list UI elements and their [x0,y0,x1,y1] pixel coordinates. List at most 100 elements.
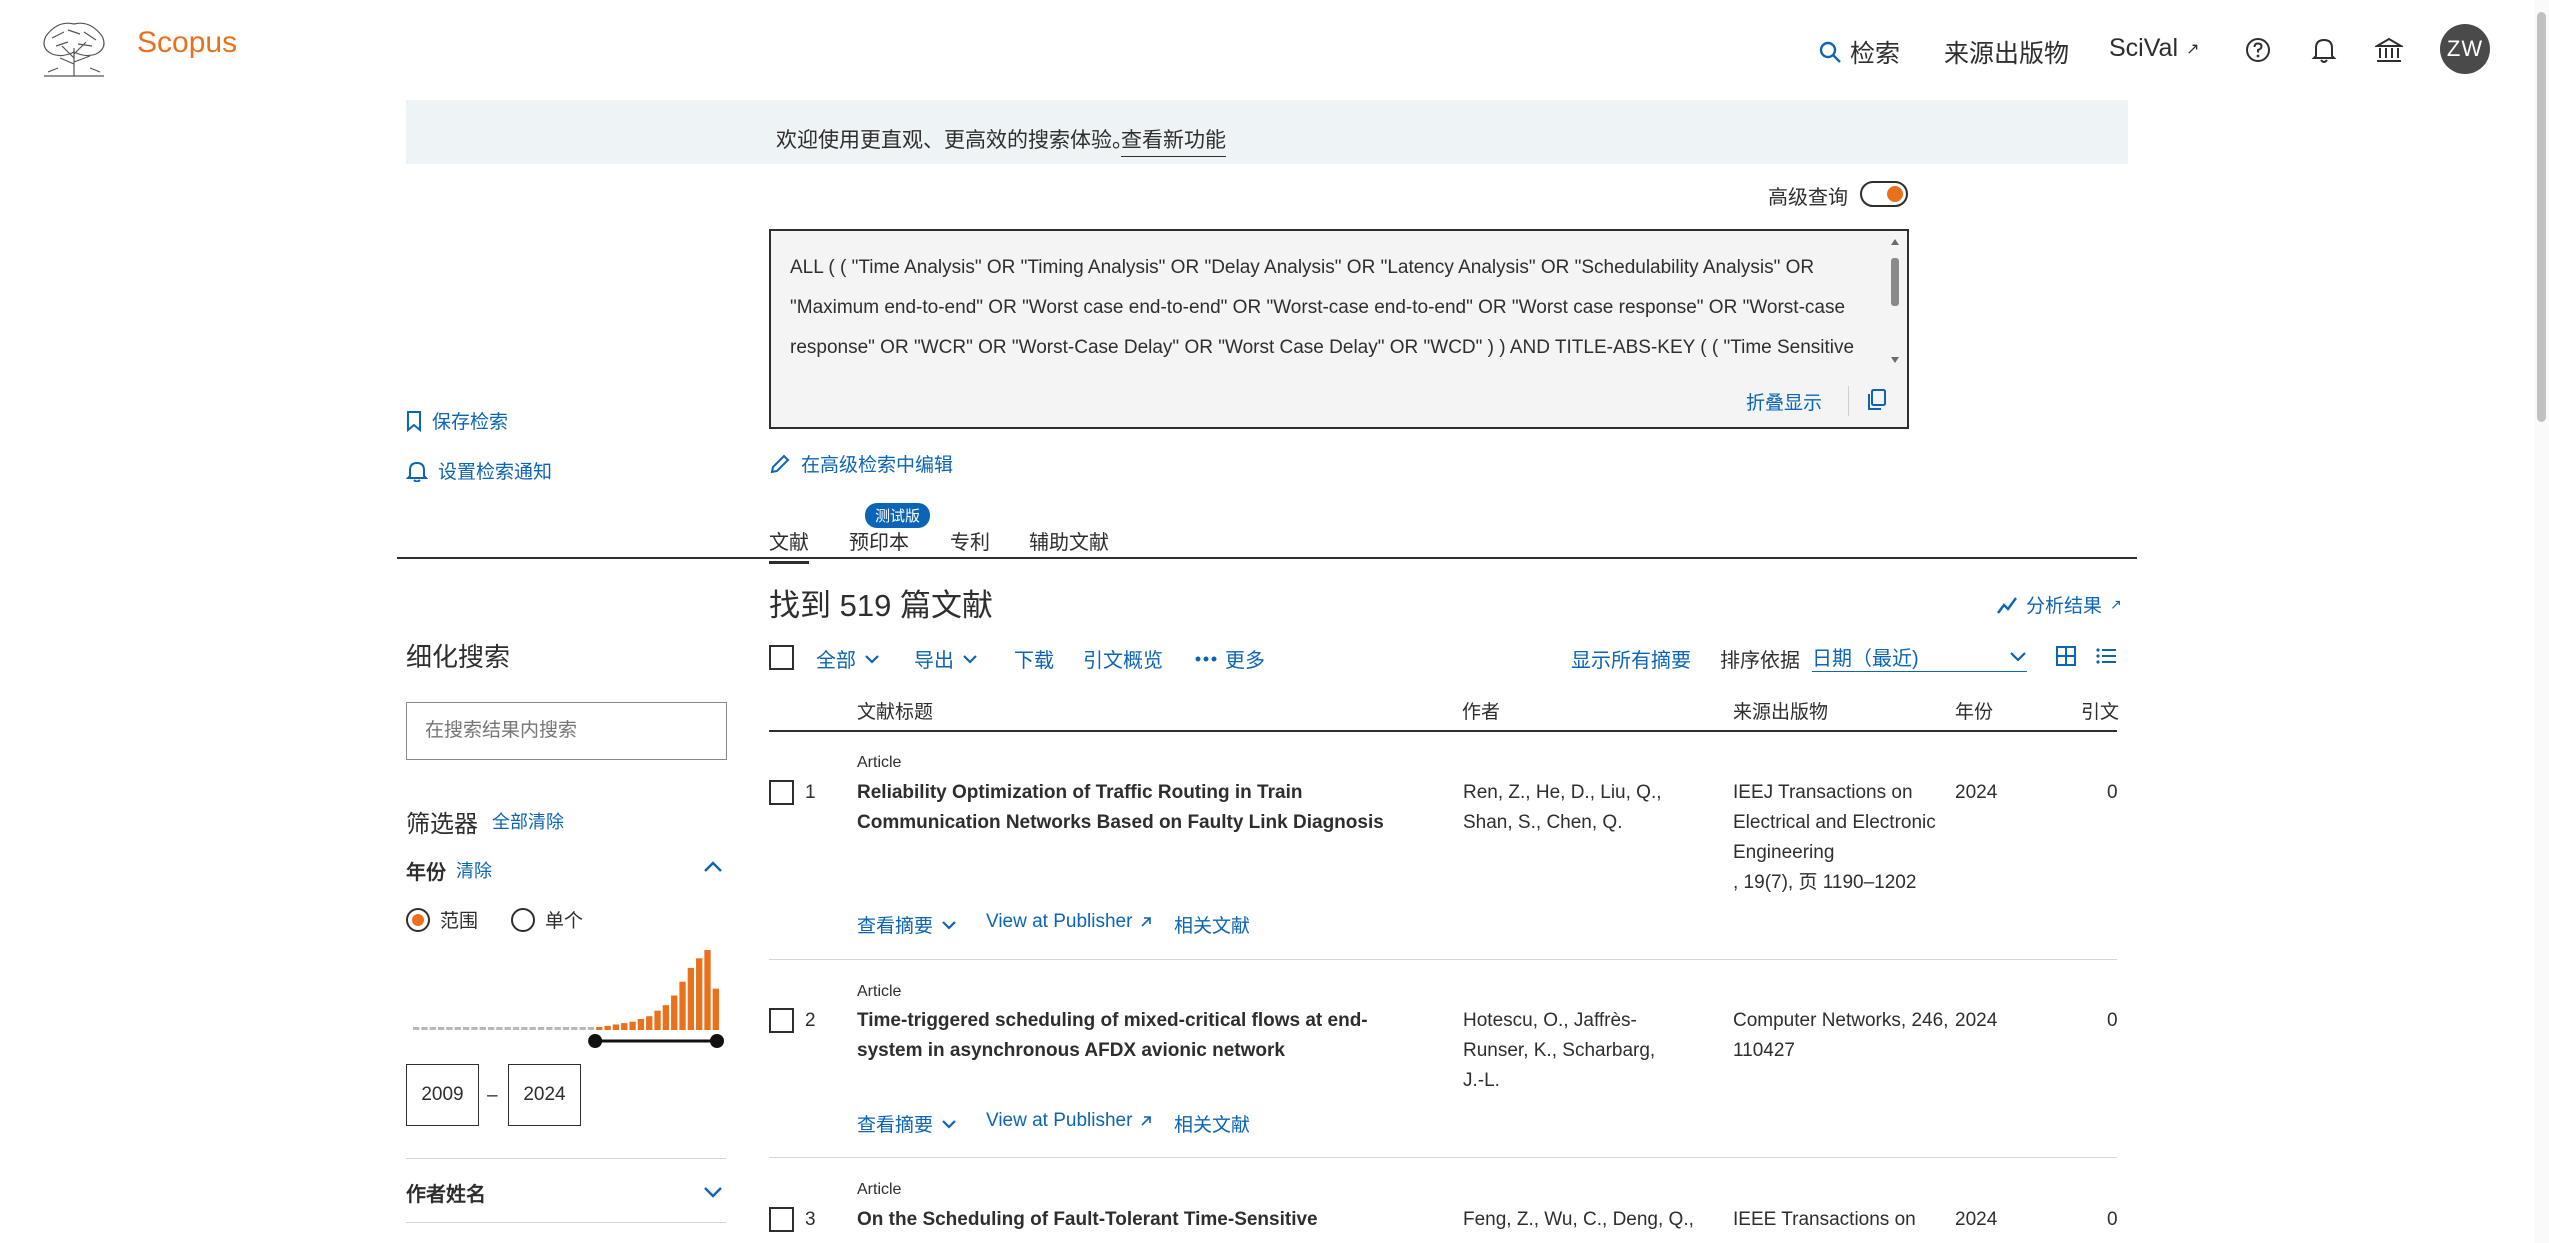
range-handle[interactable] [588,1034,603,1048]
refine-title: 细化搜索 [406,642,511,672]
trend-icon [1997,596,2017,614]
single-radio[interactable]: 单个 [511,906,583,933]
document-title-link[interactable]: Reliability Optimization of Traffic Rout… [857,778,1397,838]
download-button[interactable]: 下载 [1014,644,1054,673]
year-histogram[interactable] [406,945,726,1050]
external-link-icon: ↗ [2186,40,2200,58]
analyze-results-link[interactable]: 分析结果 ↗ [1996,591,2122,618]
nav-scival[interactable]: SciVal ↗ [2109,34,2199,63]
histogram-bar [621,1023,628,1030]
grid-view-icon[interactable] [2055,645,2077,667]
histogram-bar [671,995,678,1030]
more-label: 更多 [1225,650,1265,672]
year-clear-link[interactable]: 清除 [456,857,492,883]
help-icon[interactable] [2245,37,2271,63]
row-number: 1 [805,782,816,803]
copy-icon[interactable] [1866,388,1888,412]
select-all-checkbox[interactable] [769,645,794,670]
row-number: 2 [805,1010,816,1031]
select-all-label: 全部 [816,650,856,672]
histogram-bar [512,1027,520,1030]
tab-patents[interactable]: 专利 [950,526,990,555]
related-documents-link[interactable]: 相关文献 [1174,911,1250,938]
collapse-query-link[interactable]: 折叠显示 [1746,388,1822,415]
search-within-results-input[interactable] [406,702,727,760]
document-citations[interactable]: 0 [2107,1010,2118,1032]
chevron-down-icon [2010,652,2026,662]
view-at-publisher-link[interactable]: View at Publisher [986,1110,1152,1132]
tab-secondary-documents[interactable]: 辅助文献 [1029,526,1109,555]
source-title-link[interactable]: IEEJ Transactions on Electrical and Elec… [1733,782,1936,863]
show-all-abstracts-button[interactable]: 显示所有摘要 [1571,644,1691,673]
related-documents-link[interactable]: 相关文献 [1174,1110,1250,1137]
nav-scival-label: SciVal [2109,34,2179,62]
histogram-bar [462,1027,470,1030]
table-header-divider [769,730,2117,732]
clear-all-filters-link[interactable]: 全部清除 [492,808,564,834]
range-radio[interactable]: 范围 [406,906,478,933]
document-title-link[interactable]: On the Scheduling of Fault-Tolerant Time… [857,1205,1417,1241]
document-authors[interactable]: Feng, Z., Wu, C., Deng, Q., [1463,1205,1713,1241]
histogram-bar [529,1027,536,1030]
advanced-query-label: 高级查询 [1768,187,1848,209]
column-cited[interactable]: 引文 [2081,697,2119,724]
document-title-link[interactable]: Time-triggered scheduling of mixed-criti… [857,1006,1412,1066]
tab-preprints[interactable]: 预印本 [849,526,909,555]
chevron-down-icon[interactable] [703,1185,723,1199]
nav-sources[interactable]: 来源出版物 [1944,34,2069,70]
scrollbar-thumb[interactable] [2537,12,2546,422]
histogram-bar [587,1027,595,1030]
doc-type: Article [857,983,902,1000]
tabs-divider [397,557,2137,559]
list-view-icon[interactable] [2095,645,2117,667]
sort-select[interactable]: 日期（最近) [1812,642,2027,672]
elsevier-logo[interactable] [38,18,110,80]
save-search-button[interactable]: 保存检索 [406,407,508,434]
edit-in-advanced-search[interactable]: 在高级检索中编辑 [769,450,953,477]
source-detail: , 19(7), 页 1190–1202 [1733,872,1917,893]
view-abstract-button[interactable]: 查看摘要 [857,1110,957,1137]
histogram-bar [554,1027,561,1030]
histogram-bar [654,1010,661,1030]
histogram-bar [479,1027,486,1030]
range-handle[interactable] [710,1034,724,1048]
document-source[interactable]: IEEE Transactions on [1733,1205,1963,1241]
doc-type: Article [857,1181,902,1198]
histogram-bar [712,988,719,1030]
source-title-link[interactable]: Computer Networks, 246, 110427 [1733,1010,1948,1061]
row-number: 3 [805,1209,816,1230]
more-button[interactable]: 更多 [1195,644,1265,673]
document-citations[interactable]: 0 [2107,782,2118,804]
histogram-bar [629,1021,636,1030]
avatar[interactable]: ZW [2440,24,2490,74]
advanced-query-toggle[interactable] [1860,181,1908,207]
select-all-dropdown[interactable]: 全部 [816,644,880,673]
year-to-input[interactable]: 2024 [508,1064,581,1126]
brand-name[interactable]: Scopus [137,26,237,60]
author-filter-title[interactable]: 作者姓名 [406,1178,486,1207]
set-alert-button[interactable]: 设置检索通知 [406,457,552,484]
nav-search[interactable]: 检索 [1818,34,1900,70]
citation-overview-button[interactable]: 引文概览 [1083,644,1163,673]
row-checkbox[interactable] [769,1008,794,1033]
histogram-bar [504,1027,511,1030]
histogram-bar [662,1005,670,1030]
document-authors[interactable]: Hotescu, O., Jaffrès-Runser, K., Scharba… [1463,1006,1663,1096]
row-checkbox[interactable] [769,780,794,805]
chevron-up-icon[interactable] [703,860,723,874]
view-abstract-button[interactable]: 查看摘要 [857,911,957,938]
document-authors[interactable]: Ren, Z., He, D., Liu, Q., Shan, S., Chen… [1463,778,1713,838]
row-checkbox[interactable] [769,1207,794,1232]
banner-link[interactable]: 查看新功能 [1121,124,1226,157]
institution-icon[interactable] [2375,36,2403,64]
year-from-input[interactable]: 2009 [406,1064,479,1126]
view-at-publisher-link[interactable]: View at Publisher [986,911,1152,933]
column-year[interactable]: 年份 [1955,697,1993,724]
export-dropdown[interactable]: 导出 [914,644,978,673]
column-title: 文献标题 [857,702,934,723]
bell-icon[interactable] [2311,36,2337,64]
query-scrollbar[interactable] [1888,236,1902,366]
histogram-bar [454,1027,461,1030]
sort-value: 日期（最近) [1812,648,1919,670]
document-citations[interactable]: 0 [2107,1209,2118,1231]
